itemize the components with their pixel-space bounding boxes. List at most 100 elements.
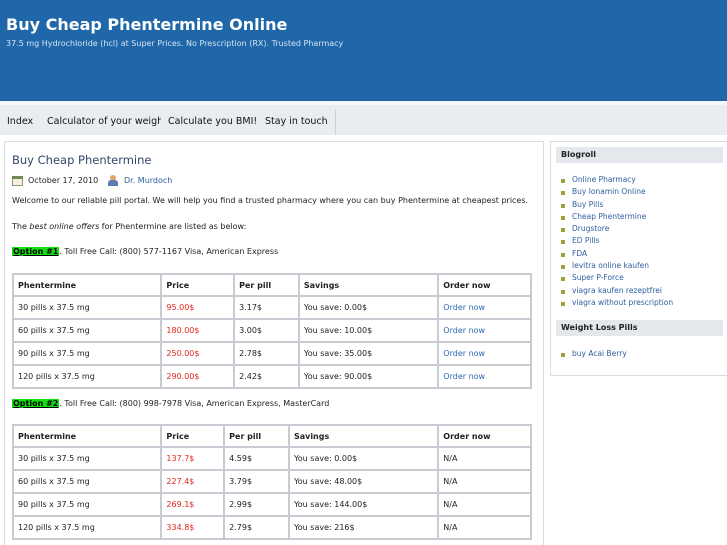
table-row: 90 pills x 37.5 mg 269.1$ 2.99$ You save… — [11, 492, 532, 517]
price: 227.4$ — [160, 469, 226, 494]
column-header: Savings — [287, 424, 440, 448]
post-date: October 17, 2010 — [28, 176, 99, 185]
blogroll-link[interactable]: Drugstore — [560, 223, 673, 235]
pack-size: 60 pills x 37.5 mg — [11, 469, 163, 494]
order-now-link[interactable]: Order now — [437, 364, 532, 389]
savings: You save: 48.00$ — [287, 469, 440, 494]
blogroll-link[interactable]: Super P-Force — [560, 272, 673, 284]
column-header: Price — [160, 424, 226, 448]
savings: You save: 216$ — [287, 515, 440, 540]
price: 290.00$ — [160, 364, 236, 389]
price: 334.8$ — [160, 515, 226, 540]
per-pill: 3.00$ — [233, 318, 300, 343]
blogroll-link[interactable]: Buy Ionamin Online — [560, 186, 673, 198]
column-header: Per pill — [233, 273, 300, 297]
weight-loss-list: buy Acai Berry — [560, 348, 627, 360]
blogroll-link[interactable]: ED Pills — [560, 235, 673, 247]
column-header: Order now — [437, 273, 532, 297]
nav-item-bmi-calculator[interactable]: Calculate you BMI! — [161, 109, 266, 135]
pack-size: 30 pills x 37.5 mg — [11, 446, 163, 471]
per-pill: 2.99$ — [223, 492, 290, 517]
table-row: 30 pills x 37.5 mg 137.7$ 4.59$ You save… — [11, 446, 532, 471]
post-author[interactable]: Dr. Murdoch — [124, 176, 172, 185]
option-1-line: Option #1. Toll Free Call: (800) 577-116… — [12, 247, 278, 256]
nav-item-contact[interactable]: Stay in touch — [258, 109, 336, 135]
per-pill: 2.79$ — [223, 515, 290, 540]
per-pill: 3.17$ — [233, 295, 300, 320]
blogroll-link[interactable]: Cheap Phentermine — [560, 211, 673, 223]
table-row: 90 pills x 37.5 mg 250.00$ 2.78$ You sav… — [11, 341, 532, 366]
blogroll-title: Blogroll — [556, 147, 723, 163]
column-header: Order now — [437, 424, 532, 448]
main-nav: Index Calculator of your weight Calculat… — [0, 101, 727, 135]
savings: You save: 0.00$ — [297, 295, 440, 320]
savings: You save: 10.00$ — [297, 318, 440, 343]
pack-size: 30 pills x 37.5 mg — [11, 295, 163, 320]
option-2-text: . Toll Free Call: (800) 998-7978 Visa, A… — [59, 399, 330, 408]
intro-paragraph: Welcome to our reliable pill portal. We … — [12, 196, 529, 205]
calendar-icon — [12, 176, 23, 186]
price: 180.00$ — [160, 318, 236, 343]
table-row: 120 pills x 37.5 mg 290.00$ 2.42$ You sa… — [11, 364, 532, 389]
blogroll-link[interactable]: FDA — [560, 248, 673, 260]
price-table-option-2: Phentermine Price Per pill Savings Order… — [11, 424, 532, 540]
option-1-text: . Toll Free Call: (800) 577-1167 Visa, A… — [59, 247, 279, 256]
blogroll-link[interactable]: Online Pharmacy — [560, 174, 673, 186]
price: 137.7$ — [160, 446, 226, 471]
column-header: Price — [160, 273, 236, 297]
user-icon — [108, 175, 118, 186]
order-status: N/A — [437, 515, 532, 540]
savings: You save: 144.00$ — [287, 492, 440, 517]
nav-item-weight-calculator[interactable]: Calculator of your weight — [40, 109, 175, 135]
price: 250.00$ — [160, 341, 236, 366]
blogroll-link[interactable]: viagra kaufen rezeptfrei — [560, 285, 673, 297]
column-header: Phentermine — [11, 273, 163, 297]
option-2-line: Option #2. Toll Free Call: (800) 998-797… — [12, 399, 329, 408]
option-1-badge[interactable]: Option #1 — [12, 247, 60, 256]
column-header: Per pill — [223, 424, 290, 448]
order-status: N/A — [437, 469, 532, 494]
site-description: 37.5 mg Hydrochloride (hcl) at Super Pri… — [6, 39, 344, 48]
order-now-link[interactable]: Order now — [437, 341, 532, 366]
option-2-badge[interactable]: Option #2 — [12, 399, 60, 408]
main-content: Buy Cheap Phentermine October 17, 2010 D… — [4, 141, 544, 545]
pack-size: 120 pills x 37.5 mg — [11, 364, 163, 389]
order-status: N/A — [437, 446, 532, 471]
blogroll-link[interactable]: viagra without prescription — [560, 297, 673, 309]
blogroll-link[interactable]: Buy Pills — [560, 199, 673, 211]
column-header: Phentermine — [11, 424, 163, 448]
blogroll-list: Online Pharmacy Buy Ionamin Online Buy P… — [560, 174, 673, 309]
per-pill: 3.79$ — [223, 469, 290, 494]
table-row: 30 pills x 37.5 mg 95.00$ 3.17$ You save… — [11, 295, 532, 320]
price-table-option-1: Phentermine Price Per pill Savings Order… — [11, 273, 532, 389]
offers-paragraph: The best online offers for Phentermine a… — [12, 222, 247, 231]
table-header-row: Phentermine Price Per pill Savings Order… — [11, 273, 532, 297]
pack-size: 60 pills x 37.5 mg — [11, 318, 163, 343]
savings: You save: 0.00$ — [287, 446, 440, 471]
order-now-link[interactable]: Order now — [437, 318, 532, 343]
per-pill: 2.42$ — [233, 364, 300, 389]
table-row: 60 pills x 37.5 mg 180.00$ 3.00$ You sav… — [11, 318, 532, 343]
sidebar: Blogroll Online Pharmacy Buy Ionamin Onl… — [550, 141, 727, 376]
savings: You save: 35.00$ — [297, 341, 440, 366]
column-header: Savings — [297, 273, 440, 297]
pack-size: 90 pills x 37.5 mg — [11, 341, 163, 366]
site-title[interactable]: Buy Cheap Phentermine Online — [6, 15, 287, 34]
order-now-link[interactable]: Order now — [437, 295, 532, 320]
per-pill: 4.59$ — [223, 446, 290, 471]
pack-size: 120 pills x 37.5 mg — [11, 515, 163, 540]
price: 95.00$ — [160, 295, 236, 320]
per-pill: 2.78$ — [233, 341, 300, 366]
weight-loss-title: Weight Loss Pills — [556, 320, 723, 336]
table-row: 60 pills x 37.5 mg 227.4$ 3.79$ You save… — [11, 469, 532, 494]
table-row: 120 pills x 37.5 mg 334.8$ 2.79$ You sav… — [11, 515, 532, 540]
post-title[interactable]: Buy Cheap Phentermine — [12, 153, 152, 167]
nav-item-index[interactable]: Index — [0, 109, 42, 135]
weight-loss-link[interactable]: buy Acai Berry — [560, 348, 627, 360]
pack-size: 90 pills x 37.5 mg — [11, 492, 163, 517]
order-status: N/A — [437, 492, 532, 517]
site-header: Buy Cheap Phentermine Online 37.5 mg Hyd… — [0, 0, 727, 101]
price: 269.1$ — [160, 492, 226, 517]
blogroll-link[interactable]: levitra online kaufen — [560, 260, 673, 272]
savings: You save: 90.00$ — [297, 364, 440, 389]
